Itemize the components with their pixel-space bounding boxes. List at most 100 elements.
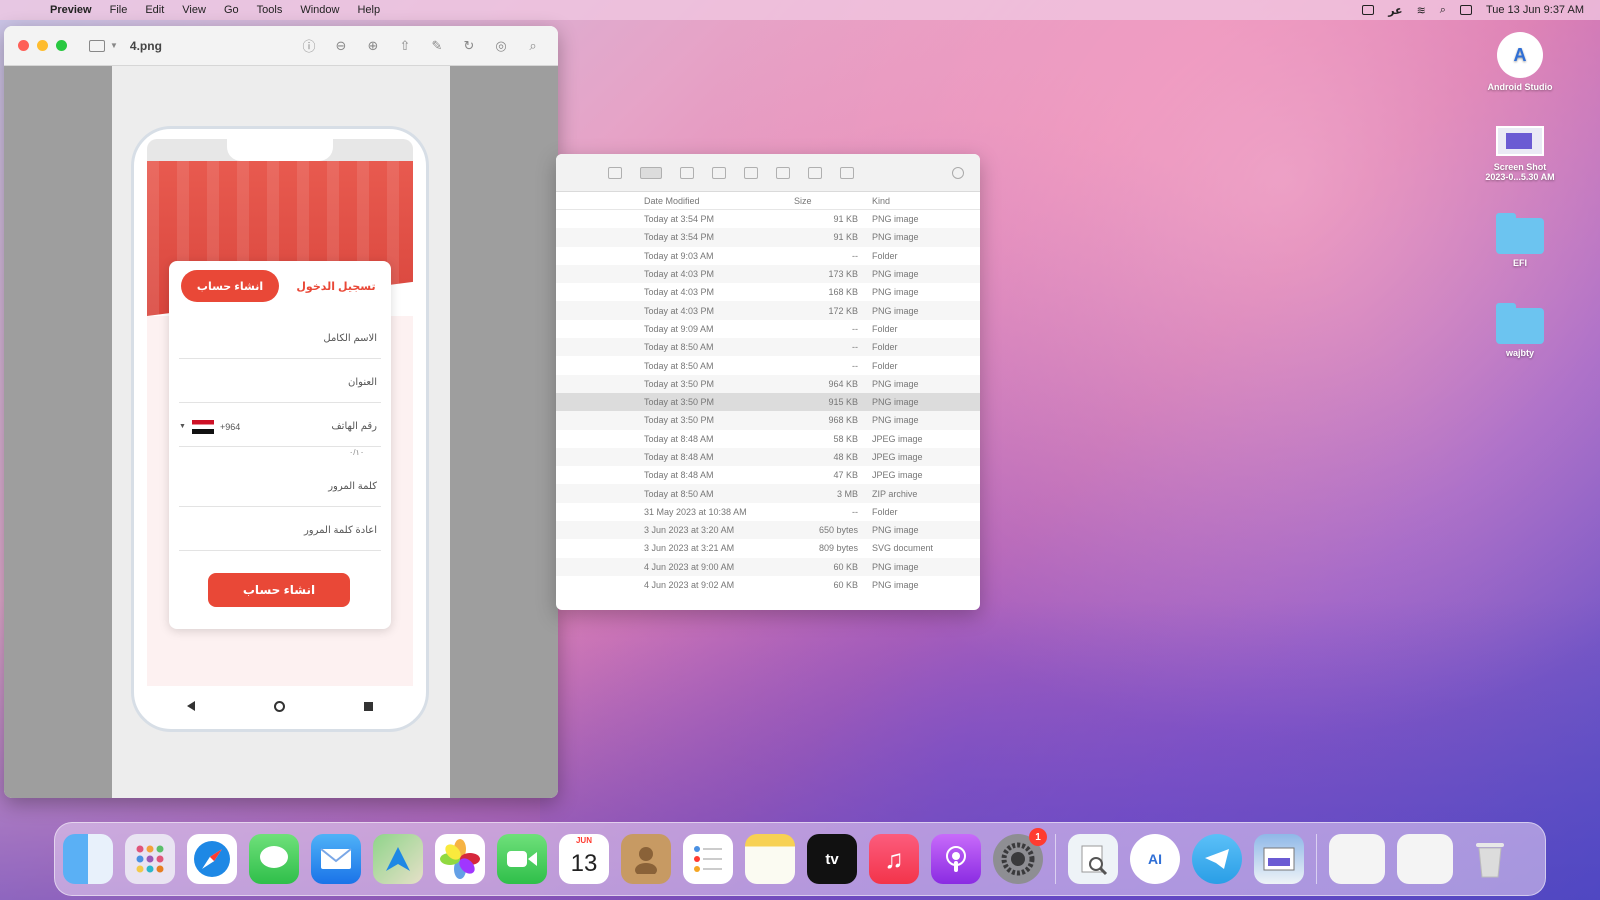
desktop-icon-wajbty[interactable]: wajbty — [1470, 303, 1570, 358]
column-view-button[interactable] — [680, 166, 694, 179]
preview-app-dock-icon[interactable] — [1254, 834, 1304, 884]
messages-dock-icon[interactable] — [249, 834, 299, 884]
finder-row[interactable]: Today at 9:03 AM -- Folder — [556, 247, 980, 265]
tag-button[interactable] — [808, 166, 822, 179]
finder-row[interactable]: 3 Jun 2023 at 3:20 AM 650 bytes PNG image — [556, 521, 980, 540]
sidebar-toggle-icon[interactable] — [89, 39, 105, 52]
system-settings-dock-icon[interactable]: 1 — [993, 828, 1047, 884]
menubar-clock[interactable]: Tue 13 Jun 9:37 AM — [1486, 4, 1584, 16]
tab-signup[interactable]: انشاء حساب — [181, 270, 279, 302]
zoom-button[interactable] — [56, 40, 67, 51]
menu-window[interactable]: Window — [300, 4, 339, 16]
maps-dock-icon[interactable] — [373, 834, 423, 884]
finder-row[interactable]: Today at 4:03 PM 172 KB PNG image — [556, 301, 980, 320]
gallery-view-button[interactable] — [712, 166, 726, 179]
downloads-stack-icon[interactable] — [1329, 834, 1385, 884]
close-button[interactable] — [18, 40, 29, 51]
menu-view[interactable]: View — [182, 4, 206, 16]
share-button[interactable] — [776, 166, 790, 179]
recents-icon[interactable] — [364, 701, 374, 711]
preview-dock-icon[interactable] — [1068, 834, 1118, 884]
accessibility-icon[interactable] — [1362, 5, 1375, 15]
finder-dock-icon[interactable] — [63, 834, 113, 884]
desktop-icon-screenshot[interactable]: Screen Shot 2023-0...5.30 AM — [1470, 126, 1570, 182]
input-method-indicator[interactable]: عر — [1388, 4, 1402, 17]
confirm-password-field[interactable]: اعادة كلمة المرور — [179, 511, 381, 551]
list-view-button[interactable] — [640, 166, 662, 179]
control-center-icon[interactable] — [1459, 5, 1472, 15]
markup-icon[interactable]: ✎ — [428, 37, 446, 55]
annotate-icon[interactable]: ◎ — [492, 37, 510, 55]
contacts-dock-icon[interactable] — [621, 834, 671, 884]
calendar-dock-icon[interactable]: JUN 13 — [559, 834, 609, 884]
search-icon[interactable] — [952, 166, 964, 179]
minimize-button[interactable] — [37, 40, 48, 51]
signup-submit-button[interactable]: انشاء حساب — [208, 573, 350, 607]
action-button[interactable] — [840, 166, 854, 179]
finder-row[interactable]: Today at 8:48 AM 48 KB JPEG image — [556, 447, 980, 467]
finder-row[interactable]: Today at 8:50 AM 3 MB ZIP archive — [556, 484, 980, 503]
telegram-dock-icon[interactable] — [1192, 834, 1242, 884]
search-icon[interactable]: ⌕ — [524, 37, 542, 55]
finder-row[interactable]: 4 Jun 2023 at 9:02 AM 60 KB PNG image — [556, 576, 980, 594]
password-field[interactable]: كلمة المرور — [179, 467, 381, 507]
finder-row[interactable]: Today at 3:54 PM 91 KB PNG image — [556, 210, 980, 228]
finder-row[interactable]: Today at 3:54 PM 91 KB PNG image — [556, 228, 980, 247]
menu-tools[interactable]: Tools — [257, 4, 283, 16]
country-picker[interactable]: ▼ +964 — [179, 419, 240, 434]
finder-row[interactable]: Today at 8:48 AM 47 KB JPEG image — [556, 466, 980, 484]
photos-dock-icon[interactable] — [435, 834, 485, 884]
finder-row[interactable]: 31 May 2023 at 10:38 AM -- Folder — [556, 503, 980, 521]
menu-go[interactable]: Go — [224, 4, 239, 16]
back-icon[interactable] — [186, 701, 195, 711]
group-button[interactable] — [744, 166, 758, 179]
menu-file[interactable]: File — [110, 4, 128, 16]
finder-row[interactable]: Today at 3:50 PM 964 KB PNG image — [556, 374, 980, 393]
phone-field[interactable]: ▼ +964 رقم الهاتف — [179, 407, 381, 447]
apple-tv-dock-icon[interactable]: tv — [807, 834, 857, 884]
recent-document-icon[interactable] — [1397, 834, 1453, 884]
reminders-dock-icon[interactable] — [683, 834, 733, 884]
info-icon[interactable]: ⓘ — [300, 37, 318, 55]
podcasts-dock-icon[interactable] — [931, 834, 981, 884]
tab-login[interactable]: تسجيل الدخول — [287, 270, 385, 302]
address-field[interactable]: العنوان — [179, 363, 381, 403]
rotate-icon[interactable]: ↻ — [460, 37, 478, 55]
launchpad-dock-icon[interactable] — [125, 834, 175, 884]
spotlight-icon[interactable]: ⌕ — [1440, 4, 1446, 17]
finder-row[interactable]: Today at 4:03 PM 168 KB PNG image — [556, 283, 980, 301]
wifi-icon[interactable]: ≋ — [1417, 4, 1426, 17]
column-kind[interactable]: Kind — [872, 196, 972, 206]
menu-edit[interactable]: Edit — [145, 4, 164, 16]
android-studio-dock-icon[interactable]: AI — [1130, 834, 1180, 884]
finder-row[interactable]: Today at 8:50 AM -- Folder — [556, 338, 980, 357]
finder-row[interactable]: Today at 3:50 PM 968 KB PNG image — [556, 411, 980, 430]
music-dock-icon[interactable]: ♫ — [869, 834, 919, 884]
home-icon[interactable] — [273, 700, 285, 712]
fullname-field[interactable]: الاسم الكامل — [179, 319, 381, 359]
menu-help[interactable]: Help — [357, 4, 380, 16]
zoom-out-icon[interactable]: ⊖ — [332, 37, 350, 55]
finder-row[interactable]: Today at 3:50 PM 915 KB PNG image — [556, 392, 980, 412]
icon-view-button[interactable] — [608, 166, 622, 179]
mail-dock-icon[interactable] — [311, 834, 361, 884]
trash-icon[interactable] — [1465, 834, 1515, 884]
finder-row[interactable]: Today at 4:03 PM 173 KB PNG image — [556, 264, 980, 284]
column-date-modified[interactable]: Date Modified — [644, 196, 794, 206]
finder-row[interactable]: 3 Jun 2023 at 3:21 AM 809 bytes SVG docume… — [556, 539, 980, 557]
zoom-in-icon[interactable]: ⊕ — [364, 37, 382, 55]
safari-dock-icon[interactable] — [187, 834, 237, 884]
facetime-dock-icon[interactable] — [497, 834, 547, 884]
column-size[interactable]: Size — [794, 196, 858, 206]
finder-row[interactable]: Today at 8:50 AM -- Folder — [556, 356, 980, 374]
finder-row[interactable]: Today at 8:48 AM 58 KB JPEG image — [556, 430, 980, 448]
preview-page: انشاء حساب تسجيل الدخول الاسم الكامل الع… — [112, 66, 450, 798]
desktop-icon-efi[interactable]: EFI — [1470, 213, 1570, 268]
finder-row[interactable]: Today at 9:09 AM -- Folder — [556, 320, 980, 338]
desktop-icon-android-studio[interactable]: A Android Studio — [1470, 32, 1570, 92]
chevron-down-icon[interactable]: ▼ — [110, 41, 118, 50]
app-menu[interactable]: Preview — [50, 4, 92, 16]
finder-row[interactable]: 4 Jun 2023 at 9:00 AM 60 KB PNG image — [556, 557, 980, 576]
share-icon[interactable]: ⇧ — [396, 37, 414, 55]
notes-dock-icon[interactable] — [745, 834, 795, 884]
